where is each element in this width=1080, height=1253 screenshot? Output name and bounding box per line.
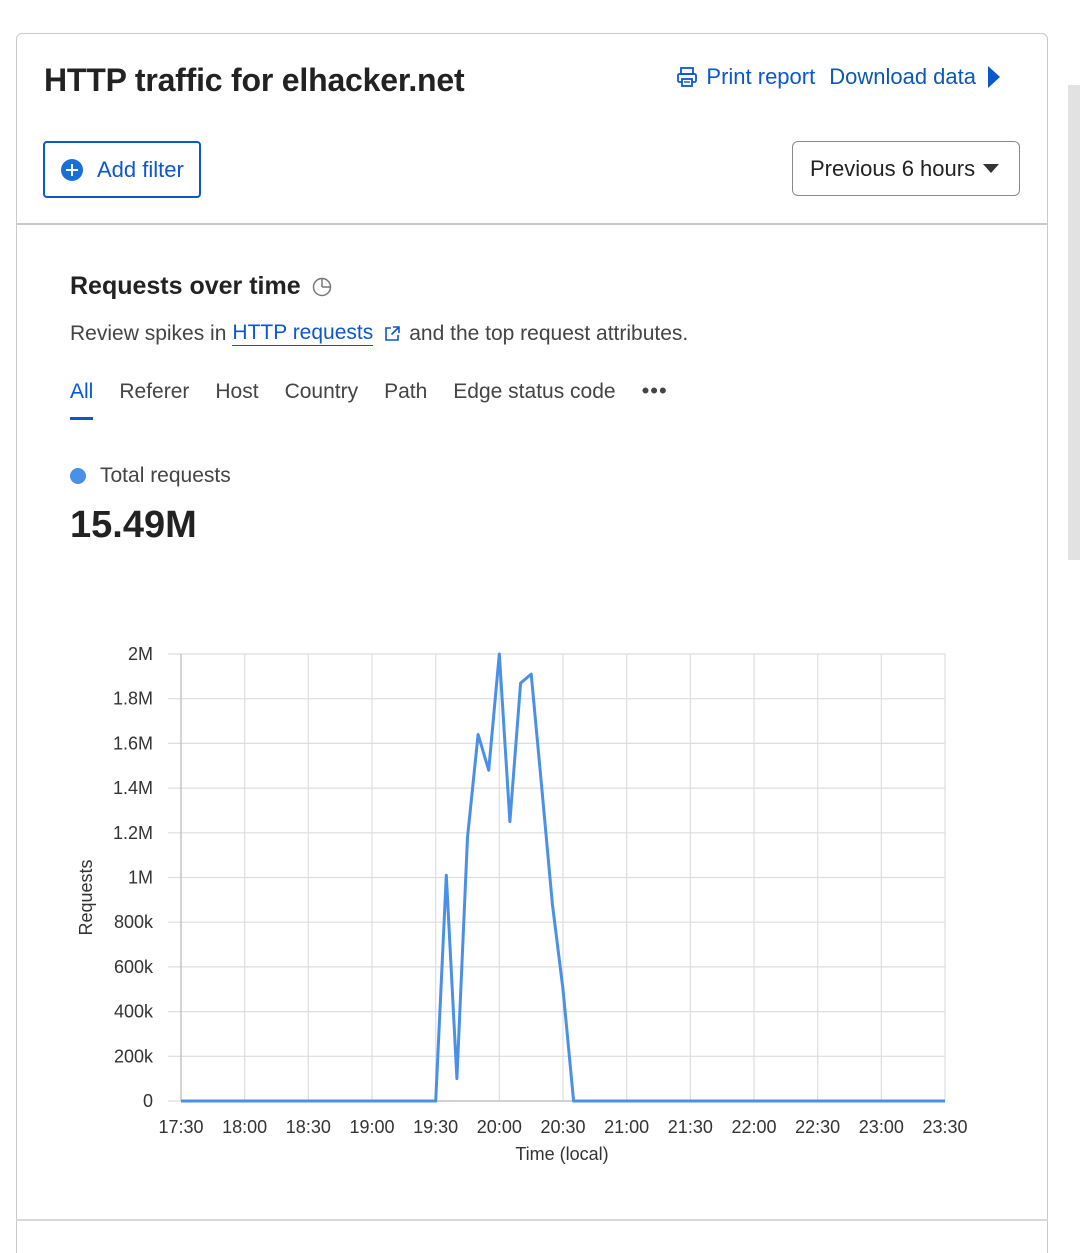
tab-country[interactable]: Country bbox=[285, 380, 359, 420]
legend-label: Total requests bbox=[100, 464, 231, 487]
plus-circle-icon bbox=[61, 158, 83, 181]
tab-all[interactable]: All bbox=[70, 380, 94, 420]
tab-referer[interactable]: Referer bbox=[119, 380, 189, 420]
caret-down-icon bbox=[983, 164, 1000, 173]
section-title: Requests over time bbox=[70, 272, 301, 300]
x-tick-label: 21:30 bbox=[668, 1117, 713, 1137]
header-divider bbox=[16, 223, 1048, 225]
chart-legend: Total requests bbox=[70, 464, 231, 488]
http-requests-link[interactable]: HTTP requests bbox=[232, 321, 374, 346]
x-tick-label: 18:00 bbox=[222, 1117, 267, 1137]
printer-icon bbox=[677, 67, 698, 87]
y-tick-label: 600k bbox=[114, 957, 154, 977]
y-tick-label: 1M bbox=[128, 868, 153, 888]
desc-prefix: Review spikes in bbox=[70, 321, 227, 345]
time-range-value: Previous 6 hours bbox=[810, 155, 976, 181]
x-tick-label: 22:30 bbox=[795, 1117, 840, 1137]
external-link-icon bbox=[385, 325, 401, 341]
legend-dot bbox=[70, 468, 86, 484]
x-tick-label: 20:30 bbox=[540, 1117, 585, 1137]
expand-arrow-icon[interactable] bbox=[988, 66, 1000, 88]
y-axis-title: Requests bbox=[76, 859, 96, 935]
x-tick-label: 21:00 bbox=[604, 1117, 649, 1137]
x-tick-label: 19:00 bbox=[349, 1117, 394, 1137]
tab-edge-status-code[interactable]: Edge status code bbox=[453, 380, 615, 420]
y-tick-label: 1.4M bbox=[113, 778, 153, 798]
x-tick-label: 17:30 bbox=[158, 1117, 203, 1137]
section-description: Review spikes in HTTP requests and the t… bbox=[70, 321, 688, 346]
add-filter-label: Add filter bbox=[97, 156, 184, 182]
pie-clock-icon[interactable] bbox=[311, 276, 333, 298]
y-tick-label: 800k bbox=[114, 912, 154, 932]
tab-host[interactable]: Host bbox=[215, 380, 258, 420]
y-tick-label: 1.8M bbox=[113, 689, 153, 709]
requests-chart: 0 200k 400k 600k 800k 1M 1.2M 1.4M 1.6M 1.8M 2M 17:… bbox=[76, 644, 968, 1164]
page-title: HTTP traffic for elhacker.net bbox=[44, 62, 465, 98]
page-scrollbar[interactable] bbox=[1068, 85, 1080, 560]
time-range-select[interactable]: Previous 6 hours bbox=[792, 141, 1020, 196]
y-tick-label: 400k bbox=[114, 1002, 154, 1022]
x-tick-label: 22:00 bbox=[731, 1117, 776, 1137]
attribute-tabs: All Referer Host Country Path Edge statu… bbox=[70, 378, 668, 420]
more-icon[interactable]: ••• bbox=[642, 378, 668, 420]
download-data-label: Download data bbox=[829, 64, 976, 89]
y-tick-label: 2M bbox=[128, 644, 153, 664]
total-requests-value: 15.49M bbox=[70, 504, 197, 546]
report-actions: Print report Download data bbox=[676, 64, 976, 90]
print-report-label: Print report bbox=[706, 64, 816, 89]
x-tick-label: 20:00 bbox=[477, 1117, 522, 1137]
tab-path[interactable]: Path bbox=[384, 380, 427, 420]
x-tick-label: 23:00 bbox=[859, 1117, 904, 1137]
x-axis-title: Time (local) bbox=[515, 1144, 608, 1164]
desc-suffix: and the top request attributes. bbox=[409, 321, 689, 345]
bottom-divider bbox=[16, 1219, 1048, 1221]
y-tick-label: 0 bbox=[143, 1091, 153, 1111]
x-tick-label: 18:30 bbox=[286, 1117, 331, 1137]
download-data-link[interactable]: Download data bbox=[829, 64, 976, 90]
x-tick-label: 19:30 bbox=[413, 1117, 458, 1137]
y-tick-label: 1.2M bbox=[113, 823, 153, 843]
print-report-link[interactable]: Print report bbox=[676, 64, 815, 90]
y-tick-label: 200k bbox=[114, 1046, 154, 1066]
y-tick-label: 1.6M bbox=[113, 733, 153, 753]
add-filter-button[interactable]: Add filter bbox=[43, 141, 201, 198]
x-tick-label: 23:30 bbox=[922, 1117, 967, 1137]
